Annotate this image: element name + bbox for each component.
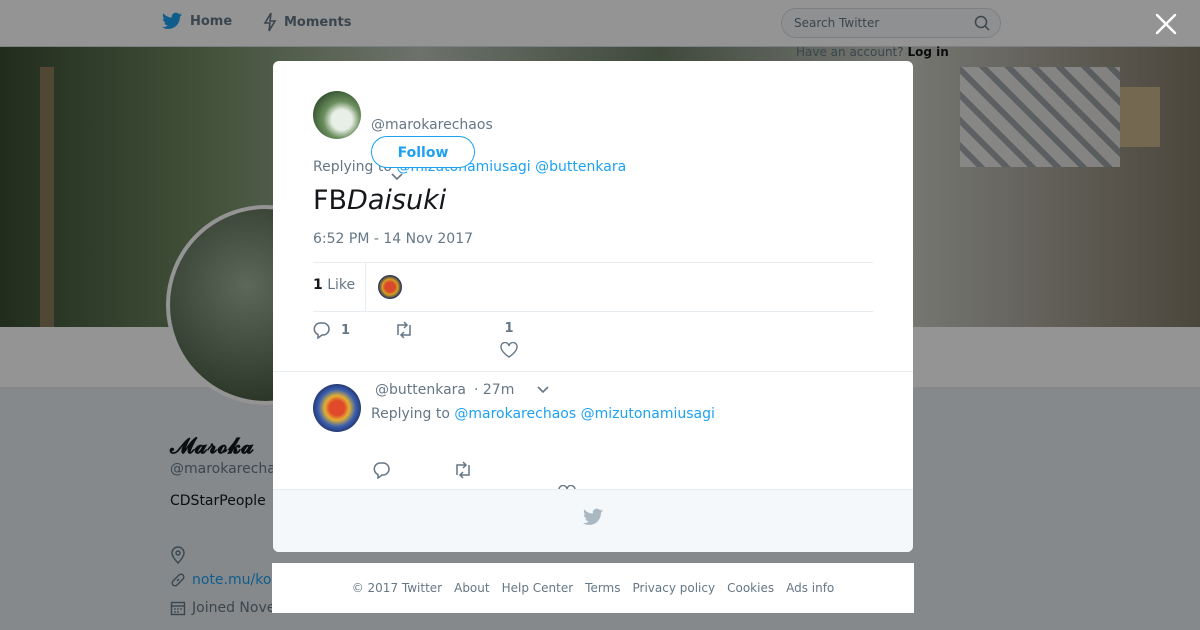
tweet-author-avatar[interactable] [313, 91, 361, 139]
liker-avatar[interactable] [378, 275, 402, 299]
likes-label: Like [327, 277, 356, 293]
mention-link[interactable]: @buttenkara [535, 159, 626, 175]
likes-count: 1 [313, 277, 323, 293]
follow-button[interactable]: Follow [371, 136, 475, 168]
tweet-stats: 1 Like [313, 262, 873, 312]
footer-copyright: © 2017 Twitter [351, 581, 443, 595]
modal-footer [273, 489, 913, 552]
tweet-timestamp[interactable]: 6:52 PM - 14 Nov 2017 [313, 231, 473, 247]
close-icon[interactable] [1154, 12, 1178, 36]
twitter-bird-icon [583, 508, 603, 525]
heart-icon [500, 342, 518, 358]
like-action[interactable]: 1 [500, 321, 518, 358]
tweet-permalink-modal: @marokarechaos Replying to @mizutonamius… [273, 61, 913, 552]
reply-action[interactable]: 1 [313, 321, 350, 339]
site-footer: © 2017 Twitter About Help Center Terms P… [272, 563, 914, 613]
like-count: 1 [504, 321, 514, 336]
retweet-action[interactable] [394, 321, 414, 343]
stats-divider [365, 263, 366, 311]
retweet-icon [456, 461, 470, 479]
reply-icon [313, 322, 330, 339]
footer-link-cookies[interactable]: Cookies [727, 581, 774, 595]
tweet-author-handle[interactable]: @marokarechaos [371, 117, 493, 133]
retweet-action[interactable] [453, 461, 473, 483]
footer-link-privacy[interactable]: Privacy policy [633, 581, 716, 595]
reply-author-handle[interactable]: @buttenkara [375, 382, 466, 398]
retweet-icon [397, 321, 411, 339]
divider [273, 371, 913, 372]
chevron-down-icon[interactable] [536, 385, 550, 395]
reply-replying-to: Replying to @marokarechaos @mizutonamius… [371, 406, 715, 422]
reply-action[interactable] [373, 461, 391, 483]
likes-stat[interactable]: 1 Like [313, 277, 355, 293]
footer-link-ads-info[interactable]: Ads info [786, 581, 834, 595]
chevron-down-icon[interactable] [390, 172, 404, 182]
mention-link[interactable]: @mizutonamiusagi [581, 406, 715, 422]
reply-header: @buttenkara · 27m [375, 382, 550, 398]
replying-label: Replying to [371, 406, 450, 422]
footer-link-help-center[interactable]: Help Center [502, 581, 574, 595]
tweet-text: FB𝘋𝘢𝘪𝘴𝘶𝘬𝘪 [313, 185, 447, 216]
reply-time[interactable]: · 27m [474, 382, 514, 398]
footer-link-about[interactable]: About [454, 581, 489, 595]
mention-link[interactable]: @marokarechaos [454, 406, 576, 422]
reply-count: 1 [341, 322, 351, 338]
footer-link-terms[interactable]: Terms [585, 581, 620, 595]
reply-icon [373, 462, 390, 480]
reply-author-avatar[interactable] [313, 384, 361, 432]
